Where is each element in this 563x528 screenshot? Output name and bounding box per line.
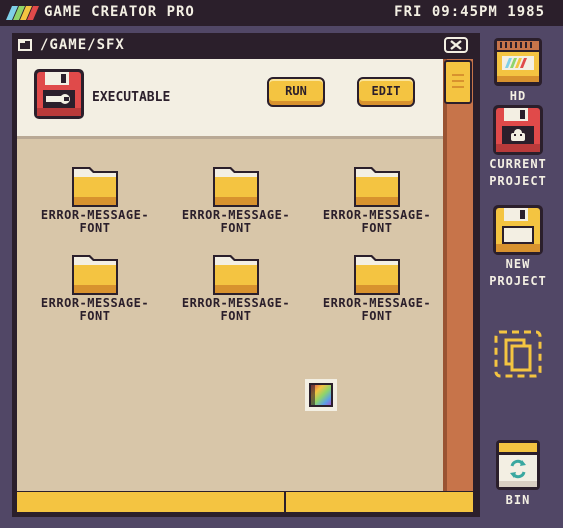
close-button[interactable] [444,37,468,53]
folder-icon [72,255,118,295]
file-name-line2: FONT [79,309,111,323]
selection-info-bar: EXECUTABLE RUN EDIT [17,59,443,139]
file-name-line2: FONT [361,221,393,235]
color-palette-icon [309,383,333,407]
palette-file[interactable] [305,379,337,411]
file-name-line1: ERROR-MESSAGE- [181,296,291,310]
dock-current-line1: CURRENT [489,157,547,171]
app-title: GAME CREATOR PRO [44,4,195,20]
dock-current-label: CURRENT PROJECT [486,156,550,190]
folder-icon [354,167,400,207]
floppy-disk-icon [493,105,543,155]
folder-icon [213,255,259,295]
file-item[interactable]: ERROR-MESSAGE- FONT [314,245,440,329]
file-name-line2: FONT [79,221,111,235]
window-titlebar[interactable]: /GAME/SFX [12,33,480,59]
dock-new-line2: PROJECT [489,274,547,288]
folder-icon [354,255,400,295]
file-grid: ERROR-MESSAGE- FONT ERROR-MESSAGE- FONT ER… [17,139,443,491]
new-floppy-disk-icon [493,205,543,255]
file-item[interactable]: ERROR-MESSAGE- FONT [173,157,299,241]
dock-hd-label: HD [509,89,527,103]
vertical-scrollbar[interactable] [443,59,473,491]
file-item[interactable]: ERROR-MESSAGE- FONT [32,157,158,241]
folder-icon [213,167,259,207]
close-icon [450,40,462,50]
dock-new-project[interactable]: NEW PROJECT [486,204,550,290]
copy-dashed-icon [494,330,542,378]
dock-copy-target[interactable] [486,326,550,382]
status-bar [17,492,473,512]
file-item[interactable]: ERROR-MESSAGE- FONT [173,245,299,329]
scrollbar-thumb[interactable] [444,60,472,104]
floppy-wrench-icon [34,69,84,119]
file-name-line2: FONT [361,309,393,323]
scrollbar-track [443,59,447,491]
menu-bar: GAME CREATOR PRO FRI 09:45PM 1985 [0,0,563,26]
file-name-line2: FONT [220,221,252,235]
hard-drive-icon [494,38,542,86]
window-path: /GAME/SFX [40,37,125,53]
dock-bin[interactable]: BIN [486,438,550,509]
run-button[interactable]: RUN [267,77,325,107]
dock-new-label: NEW PROJECT [486,256,550,290]
file-name-line2: FONT [220,309,252,323]
file-browser-window: /GAME/SFX EXECUTABLE RUN EDIT ERROR-MESS… [12,33,480,517]
file-item[interactable]: ERROR-MESSAGE- FONT [32,245,158,329]
folder-icon [72,167,118,207]
clock: FRI 09:45PM 1985 [394,4,545,20]
dock-hd[interactable]: HD [486,36,550,105]
window-icon [18,39,32,51]
rainbow-logo-icon[interactable] [4,6,44,20]
file-name-line1: ERROR-MESSAGE- [322,208,432,222]
recycle-bin-icon [496,440,540,490]
dock-current-line2: PROJECT [489,174,547,188]
dock-new-line1: NEW [505,257,531,271]
status-divider [284,492,286,512]
file-name-line1: ERROR-MESSAGE- [40,296,150,310]
file-name-line1: ERROR-MESSAGE- [40,208,150,222]
file-name-line1: ERROR-MESSAGE- [322,296,432,310]
edit-button[interactable]: EDIT [357,77,415,107]
file-name-line1: ERROR-MESSAGE- [181,208,291,222]
dock-bin-label: BIN [505,493,531,507]
file-item[interactable]: ERROR-MESSAGE- FONT [314,157,440,241]
dock-current-project[interactable]: CURRENT PROJECT [486,104,550,190]
selected-file-label: EXECUTABLE [92,90,171,105]
